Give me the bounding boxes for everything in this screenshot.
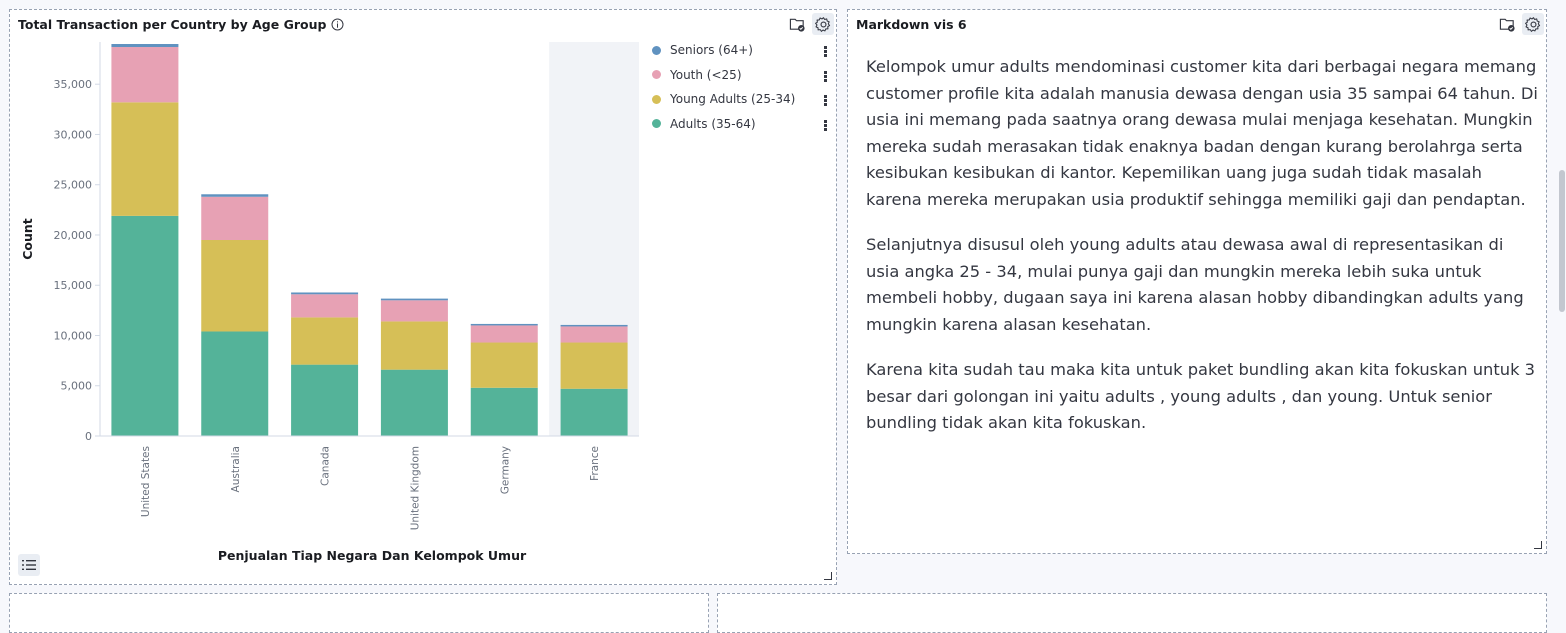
- legend-item[interactable]: Young Adults (25-34): [652, 92, 795, 106]
- legend-label: Young Adults (25-34): [670, 92, 796, 106]
- legend-label: Adults (35-64): [670, 116, 756, 131]
- y-tick-label: 25,000: [54, 179, 93, 192]
- bar-segment[interactable]: [111, 47, 179, 103]
- legend-color-dot: [652, 70, 661, 79]
- legend-color-dot: [652, 94, 661, 104]
- bar-segment[interactable]: [291, 292, 359, 295]
- next-panel-left: [9, 593, 709, 633]
- markdown-panel: Markdown vis 6 Kelompok umur adults mend…: [847, 9, 1547, 554]
- markdown-paragraph: Selanjutnya disusul oleh young adults at…: [866, 235, 1524, 334]
- bar-segment[interactable]: [111, 102, 179, 216]
- x-axis-title: Penjualan Tiap Negara Dan Kelompok Umur: [218, 548, 527, 563]
- legend-label: Seniors (64+): [670, 43, 753, 57]
- bar-segment[interactable]: [291, 294, 359, 318]
- bar-segment[interactable]: [201, 331, 269, 436]
- gear-icon[interactable]: [1522, 13, 1544, 35]
- bar-segment[interactable]: [560, 324, 628, 327]
- page-scrollbar[interactable]: [1559, 170, 1565, 312]
- bar-segment[interactable]: [560, 342, 628, 389]
- x-tick-label: Germany: [499, 446, 511, 494]
- y-tick-label: 35,000: [54, 78, 93, 91]
- legend-item-menu-icon[interactable]: [824, 70, 828, 83]
- y-tick-label: 30,000: [54, 128, 93, 141]
- bar-segment[interactable]: [470, 325, 538, 343]
- bar-segment[interactable]: [560, 326, 628, 343]
- bar-segment[interactable]: [380, 300, 448, 322]
- next-panel-right: [717, 593, 1547, 633]
- legend-color-dot: [652, 119, 661, 128]
- x-tick-label: United Kingdom: [409, 446, 421, 530]
- bar-segment[interactable]: [560, 388, 628, 436]
- bar-segment[interactable]: [201, 194, 269, 197]
- legend-color-dot: [652, 45, 661, 55]
- y-tick-label: 20,000: [54, 229, 93, 242]
- y-tick-label: 0: [85, 430, 92, 443]
- bar-segment[interactable]: [380, 321, 448, 370]
- legend-label: Youth (<25): [670, 67, 742, 82]
- markdown-panel-actions: [1496, 13, 1544, 35]
- legend-item[interactable]: Youth (<25): [652, 68, 742, 82]
- legend-item[interactable]: Seniors (64+): [652, 43, 753, 57]
- bar-segment[interactable]: [470, 323, 538, 326]
- markdown-paragraph: Karena kita sudah tau maka kita untuk pa…: [866, 360, 1536, 432]
- bar-segment[interactable]: [380, 298, 448, 301]
- resize-handle[interactable]: [824, 572, 832, 580]
- bar-segment[interactable]: [291, 317, 359, 365]
- bar-segment[interactable]: [291, 364, 359, 436]
- chart-panel: Total Transaction per Country by Age Gro…: [9, 9, 837, 585]
- y-tick-label: 5,000: [61, 380, 93, 393]
- bar-segment[interactable]: [470, 342, 538, 388]
- x-tick-label: United States: [140, 446, 152, 517]
- y-tick-label: 15,000: [54, 279, 93, 292]
- y-ticks-group: 0 5,000 10,000 15,000 20,000 25,000 30,000 35,0…: [54, 78, 100, 443]
- x-ticks-group: United States Australia Canada United Kingd…: [140, 446, 601, 530]
- markdown-panel-title: Markdown vis 6: [856, 17, 967, 32]
- x-tick-label: Australia: [230, 446, 242, 492]
- legend-item-menu-icon[interactable]: [824, 45, 828, 58]
- legend-item[interactable]: Adults (35-64): [652, 117, 756, 131]
- bar-segment[interactable]: [111, 215, 179, 436]
- bar-segment[interactable]: [111, 44, 179, 48]
- bar-segment[interactable]: [470, 387, 538, 436]
- y-tick-label: 10,000: [54, 329, 93, 342]
- y-axis-title: Count: [20, 218, 35, 260]
- markdown-paragraph: Kelompok umur adults mendominasi custome…: [866, 57, 1538, 209]
- legend-item-menu-icon[interactable]: [824, 94, 828, 107]
- inspect-folder-icon[interactable]: [1496, 13, 1518, 35]
- x-tick-label: France: [589, 446, 601, 481]
- x-tick-label: Canada: [320, 446, 332, 486]
- bar-segment[interactable]: [380, 369, 448, 436]
- bar-segment[interactable]: [201, 240, 269, 332]
- bar-segment[interactable]: [201, 196, 269, 241]
- legend-item-menu-icon[interactable]: [824, 119, 828, 132]
- list-icon[interactable]: [18, 554, 40, 576]
- resize-handle[interactable]: [1534, 541, 1542, 549]
- markdown-content: Kelompok umur adults mendominasi custome…: [866, 54, 1538, 456]
